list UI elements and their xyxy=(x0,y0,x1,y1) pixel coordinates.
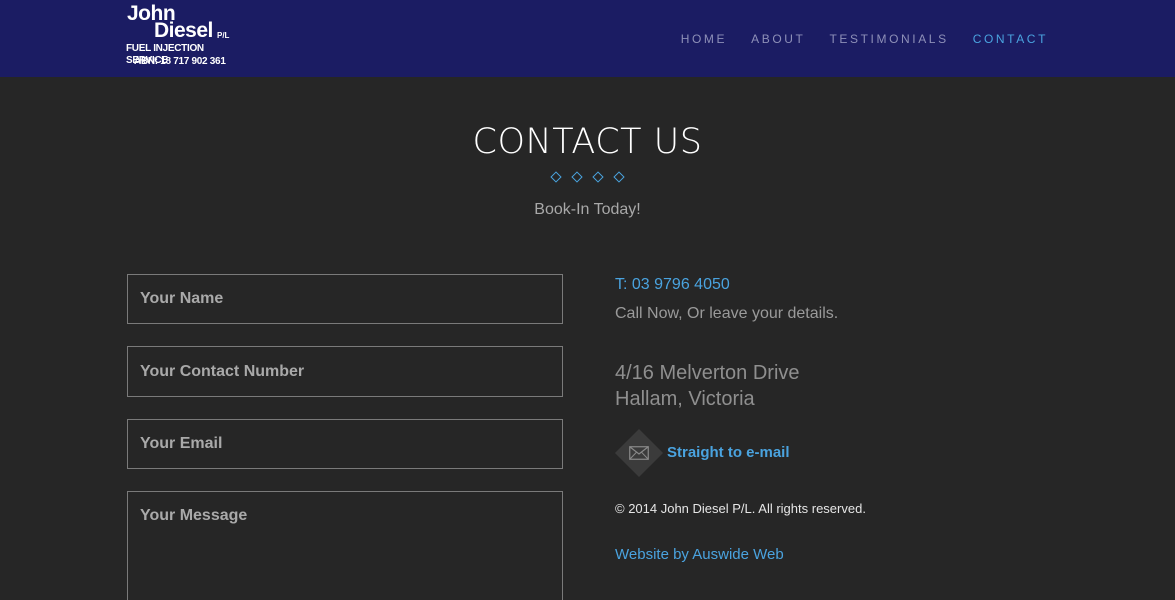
website-credit-link[interactable]: Website by Auswide Web xyxy=(615,545,784,565)
divider-diamond xyxy=(550,171,562,183)
logo-abn: ABN: 18 717 902 361 xyxy=(134,56,226,67)
site-header: John Diesel P/L FUEL INJECTION SERVICE A… xyxy=(0,0,1175,77)
page-title: CONTACT US xyxy=(472,122,703,162)
email-link[interactable]: Straight to e-mail xyxy=(667,444,790,462)
contact-number-field[interactable] xyxy=(127,346,563,397)
nav-about[interactable]: ABOUT xyxy=(751,31,805,47)
nav-testimonials[interactable]: TESTIMONIALS xyxy=(829,31,948,47)
title-divider xyxy=(0,171,1175,183)
main-nav: HOME ABOUT TESTIMONIALS CONTACT xyxy=(657,31,1048,47)
phone-link[interactable]: T: 03 9796 4050 xyxy=(615,275,730,295)
divider-diamond xyxy=(571,171,583,183)
divider-diamond xyxy=(613,171,625,183)
envelope-icon[interactable] xyxy=(629,446,649,460)
divider-diamond xyxy=(592,171,604,183)
address-line-2: Hallam, Victoria xyxy=(615,388,755,410)
page-subtitle: Book-In Today! xyxy=(534,201,641,218)
email-field[interactable] xyxy=(127,419,563,469)
logo-line-2: Diesel xyxy=(154,19,213,42)
copyright-text: © 2014 John Diesel P/L. All rights reser… xyxy=(615,501,866,516)
name-field[interactable] xyxy=(127,274,563,324)
logo-suffix: P/L xyxy=(217,31,230,40)
call-now-text: Call Now, Or leave your details. xyxy=(615,305,839,322)
message-field[interactable] xyxy=(127,491,563,600)
nav-contact[interactable]: CONTACT xyxy=(973,31,1048,47)
logo[interactable]: John Diesel P/L FUEL INJECTION SERVICE A… xyxy=(122,3,240,71)
nav-home[interactable]: HOME xyxy=(681,31,727,47)
address-line-1: 4/16 Melverton Drive xyxy=(615,362,800,384)
